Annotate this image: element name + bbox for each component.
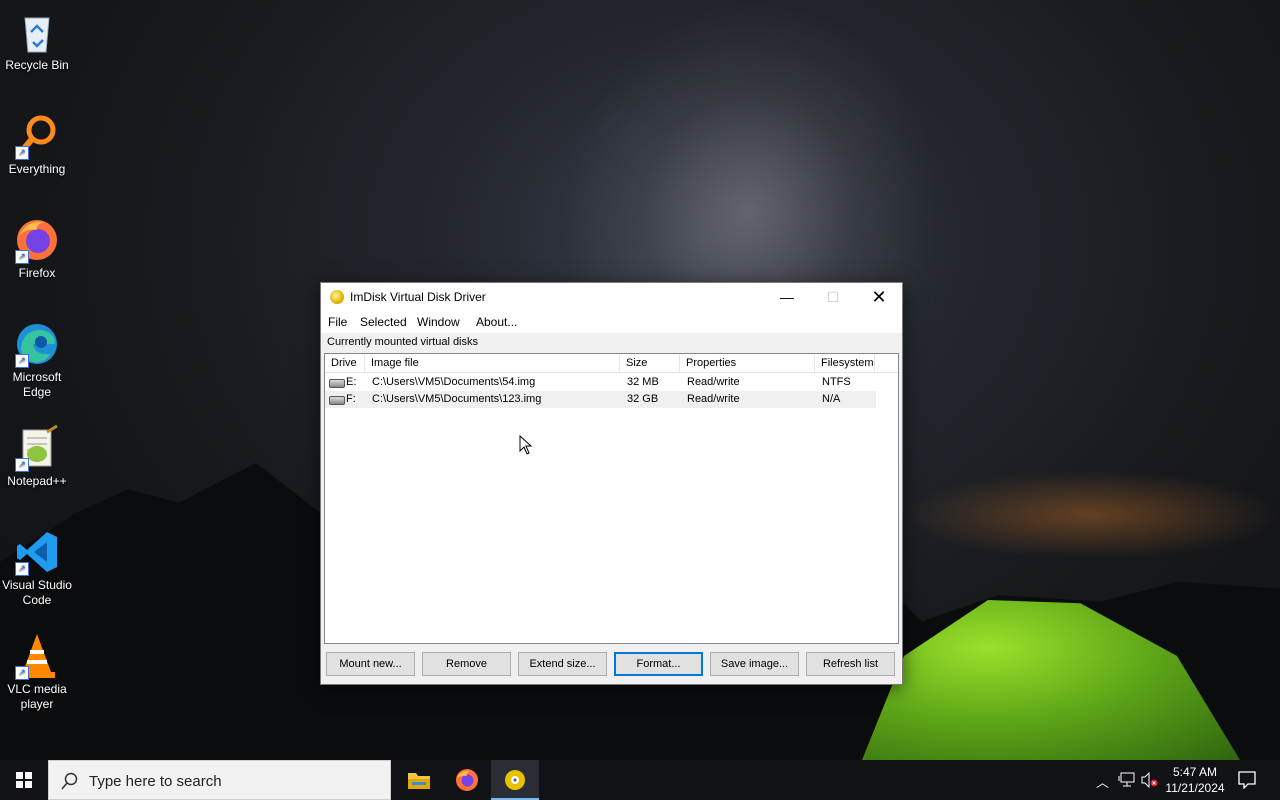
remove-button[interactable]: Remove [422,652,511,676]
desktop-icon-edge[interactable]: ↗ Microsoft Edge [2,320,72,400]
shortcut-arrow-icon: ↗ [15,250,29,264]
mouse-cursor-icon [519,435,533,455]
list-item[interactable]: F: C:\Users\VM5\Documents\123.img 32 GB … [325,391,876,408]
desktop-icon-recycle-bin[interactable]: Recycle Bin [2,8,72,73]
menu-bar: File Selected Window About... [321,313,902,333]
maximize-button[interactable]: ☐ [810,283,856,313]
imdisk-icon [505,770,525,790]
desktop-icon-label: VLC media player [7,682,67,711]
drive-letter: E: [346,376,357,388]
image-file-path: C:\Users\VM5\Documents\123.img [372,393,542,405]
minimize-button[interactable]: — [764,283,810,313]
list-item[interactable]: E: C:\Users\VM5\Documents\54.img 32 MB R… [325,374,876,391]
title-bar[interactable]: ImDisk Virtual Disk Driver — ☐ ✕ [321,283,902,313]
disk-properties: Read/write [687,393,740,405]
desktop-icon-vlc[interactable]: ↗ VLC media player [2,632,72,712]
column-header-image-file[interactable]: Image file [365,354,620,372]
clock-date: 11/21/2024 [1165,781,1225,795]
disk-filesystem: NTFS [822,376,851,388]
desktop-icon-label: Microsoft Edge [12,370,62,399]
mounted-disks-caption: Currently mounted virtual disks [327,336,479,348]
taskbar-imdisk[interactable] [491,760,539,800]
volume-muted-icon[interactable] [1141,772,1159,788]
desktop-icon-firefox[interactable]: ↗ Firefox [2,216,72,281]
hard-disk-icon [329,379,345,388]
desktop-icon-label: Notepad++ [7,474,67,488]
everything-search-icon: ↗ [13,112,61,160]
firefox-icon [456,769,478,791]
taskbar: Type here to search ︿ 5:47 AM 11/21/2024 [0,760,1280,800]
disk-size: 32 MB [627,376,659,388]
vlc-cone-icon: ↗ [13,632,61,680]
taskbar-search-box[interactable]: Type here to search [48,760,391,800]
desktop-icon-label: Firefox [18,266,56,280]
taskbar-firefox[interactable] [443,760,491,800]
shortcut-arrow-icon: ↗ [15,666,29,680]
menu-window[interactable]: Window [417,315,460,329]
shortcut-arrow-icon: ↗ [15,562,29,576]
menu-selected[interactable]: Selected [360,315,407,329]
image-file-path: C:\Users\VM5\Documents\54.img [372,376,536,388]
refresh-list-button[interactable]: Refresh list [806,652,895,676]
extend-size-button[interactable]: Extend size... [518,652,607,676]
window-title: ImDisk Virtual Disk Driver [350,290,486,304]
format-button[interactable]: Format... [614,652,703,676]
desktop-icon-vscode[interactable]: ↗ Visual Studio Code [2,528,72,608]
column-header-properties[interactable]: Properties [680,354,815,372]
edge-icon: ↗ [13,320,61,368]
column-header-drive[interactable]: Drive [325,354,365,372]
disk-size: 32 GB [627,393,659,405]
desktop-icon-label: Visual Studio Code [2,578,72,607]
file-explorer-icon [408,773,430,789]
shortcut-arrow-icon: ↗ [15,458,29,472]
shortcut-arrow-icon: ↗ [15,146,29,160]
disk-filesystem: N/A [822,393,841,405]
show-hidden-icons-chevron-icon[interactable]: ︿ [1096,772,1109,791]
disk-properties: Read/write [687,376,740,388]
desktop-icon-everything[interactable]: ↗ Everything [2,112,72,177]
windows-logo-icon [16,772,32,788]
menu-about[interactable]: About... [476,315,517,329]
notepad-plus-plus-icon: ↗ [13,424,61,472]
column-header-filesystem[interactable]: Filesystem [815,354,875,372]
close-button[interactable]: ✕ [856,283,902,313]
start-button[interactable] [0,760,48,800]
menu-file[interactable]: File [328,315,347,329]
mounted-disks-list[interactable]: Drive Image file Size Properties Filesys… [324,353,899,644]
firefox-icon: ↗ [13,216,61,264]
recycle-bin-icon [13,8,61,56]
search-placeholder: Type here to search [89,773,222,790]
hard-disk-icon [329,396,345,405]
search-icon [61,772,78,790]
vscode-icon: ↗ [13,528,61,576]
imdisk-window: ImDisk Virtual Disk Driver — ☐ ✕ File Se… [320,282,903,685]
shortcut-arrow-icon: ↗ [15,354,29,368]
horizon-glow [900,470,1280,560]
mount-new-button[interactable]: Mount new... [326,652,415,676]
save-image-button[interactable]: Save image... [710,652,799,676]
desktop-icon-label: Everything [8,162,66,176]
network-icon[interactable] [1118,772,1136,788]
taskbar-file-explorer[interactable] [395,760,443,800]
desktop-icon-label: Recycle Bin [5,58,69,72]
system-clock[interactable]: 5:47 AM 11/21/2024 [1158,764,1232,796]
column-header-size[interactable]: Size [620,354,680,372]
notification-center-icon[interactable] [1238,771,1256,789]
desktop-icon-notepad-plus-plus[interactable]: ↗ Notepad++ [2,424,72,489]
imdisk-app-icon [330,290,344,304]
drive-letter: F: [346,393,356,405]
clock-time: 5:47 AM [1172,765,1218,779]
list-header: Drive Image file Size Properties Filesys… [325,354,898,373]
